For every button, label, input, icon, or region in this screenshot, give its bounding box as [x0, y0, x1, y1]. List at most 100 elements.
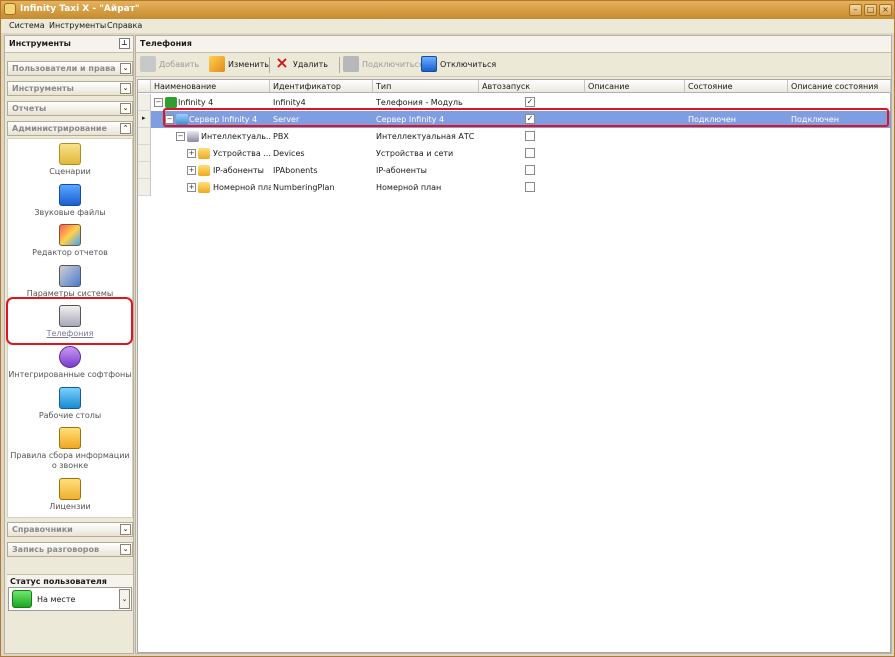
status-online-icon	[12, 590, 32, 608]
tool-report-editor[interactable]: Редактор отчетов	[8, 224, 132, 258]
maximize-button[interactable]: □	[864, 4, 877, 16]
cell-name: Устройства ...	[213, 149, 271, 158]
cell-type: Телефония - Модуль	[376, 98, 463, 107]
tool-scenarios[interactable]: Сценарии	[8, 143, 132, 177]
current-row-arrow-icon: ▸	[142, 114, 146, 122]
table-row[interactable]: + Устройства ... Devices Устройства и се…	[151, 145, 891, 162]
collapse-icon[interactable]: −	[154, 98, 163, 107]
tool-label: Редактор отчетов	[32, 248, 108, 257]
tool-call-info-rules[interactable]: Правила сбора информации о звонке	[8, 427, 132, 471]
row-indicator[interactable]	[138, 145, 151, 162]
column-header-id[interactable]: Идентификатор	[270, 80, 373, 93]
cell-id: NumberingPlan	[273, 183, 335, 192]
minimize-button[interactable]: –	[849, 4, 862, 16]
pin-icon[interactable]: ⊥	[119, 38, 130, 49]
group-directories[interactable]: Справочники ⌄	[7, 522, 133, 537]
autostart-checkbox[interactable]: ✓	[525, 97, 535, 107]
menu-tools[interactable]: Инструменты	[49, 21, 106, 30]
row-indicator-current[interactable]: ▸	[138, 111, 151, 128]
tools-icon	[59, 265, 81, 287]
toolbar: Добавить Изменить × Удалить Подключиться…	[136, 53, 891, 77]
folder-icon	[198, 148, 210, 159]
toolbar-separator	[269, 57, 270, 73]
window-title: Infinity Taxi X - "Айрат"	[20, 4, 140, 14]
column-header-name[interactable]: Наименование	[151, 80, 270, 93]
row-indicator[interactable]	[138, 94, 151, 111]
column-header-description[interactable]: Описание	[585, 80, 685, 93]
table-row[interactable]: − Интеллектуаль... PBX Интеллектуальная …	[151, 128, 891, 145]
row-indicator[interactable]	[138, 128, 151, 145]
chevron-down-icon[interactable]: ⌄	[120, 524, 131, 535]
group-users-rights[interactable]: Пользователи и права ⌄	[7, 61, 133, 76]
group-administration[interactable]: Администрирование ⌃	[7, 121, 133, 136]
menu-help[interactable]: Справка	[107, 21, 142, 30]
chevron-down-icon[interactable]: ⌄	[120, 103, 131, 114]
autostart-checkbox[interactable]	[525, 148, 535, 158]
table-row[interactable]: + Номерной план NumberingPlan Номерной п…	[151, 179, 891, 196]
expand-icon[interactable]: +	[187, 183, 196, 192]
row-indicator[interactable]	[138, 162, 151, 179]
tool-label: Лицензии	[49, 502, 91, 511]
autostart-checkbox[interactable]	[525, 165, 535, 175]
tool-licenses[interactable]: Лицензии	[8, 478, 132, 512]
folder-icon	[198, 165, 210, 176]
group-tools[interactable]: Инструменты ⌄	[7, 81, 133, 96]
disconnect-icon	[421, 56, 437, 72]
tool-label: Сценарии	[49, 167, 91, 176]
row-indicator[interactable]	[138, 179, 151, 196]
pencil-icon	[209, 56, 225, 72]
telephony-panel: Телефония Добавить Изменить × Удалить По…	[135, 35, 892, 654]
column-header-autostart[interactable]: Автозапуск	[479, 80, 585, 93]
chevron-down-icon[interactable]: ⌄	[120, 83, 131, 94]
table-row[interactable]: + IP-абоненты IPAbonents IP-абоненты	[151, 162, 891, 179]
toolbar-separator	[339, 57, 340, 73]
expand-icon[interactable]: +	[187, 166, 196, 175]
menu-system[interactable]: Система	[9, 21, 45, 30]
connect-button[interactable]: Подключиться	[343, 56, 424, 74]
group-call-recording[interactable]: Запись разговоров ⌄	[7, 542, 133, 557]
title-bar: Infinity Taxi X - "Айрат" – □ ×	[1, 1, 894, 19]
user-status-select[interactable]: На месте ⌄	[8, 587, 132, 611]
phone-handset-icon	[59, 346, 81, 368]
expand-icon[interactable]: +	[187, 149, 196, 158]
grid-corner	[138, 80, 151, 93]
connect-icon	[343, 56, 359, 72]
group-reports[interactable]: Отчеты ⌄	[7, 101, 133, 116]
tool-softphones[interactable]: Интегрированные софтфоны	[8, 346, 132, 380]
column-header-state[interactable]: Состояние	[685, 80, 788, 93]
cell-name: Интеллектуаль...	[201, 132, 271, 141]
chevron-up-icon[interactable]: ⌃	[120, 123, 131, 134]
disconnect-button[interactable]: Отключиться	[421, 56, 496, 74]
edit-button[interactable]: Изменить	[209, 56, 269, 74]
chevron-down-icon[interactable]: ⌄	[120, 544, 131, 555]
chevron-down-icon[interactable]: ⌄	[120, 63, 131, 74]
autostart-checkbox[interactable]	[525, 131, 535, 141]
edit-label: Изменить	[228, 60, 269, 69]
tool-label: Звуковые файлы	[34, 208, 106, 217]
group-label: Администрирование	[12, 124, 107, 133]
column-header-type[interactable]: Тип	[373, 80, 479, 93]
add-button[interactable]: Добавить	[140, 56, 204, 74]
cell-type: IP-абоненты	[376, 166, 427, 175]
tool-desktops[interactable]: Рабочие столы	[8, 387, 132, 421]
group-label: Справочники	[12, 525, 73, 534]
delete-label: Удалить	[293, 60, 328, 69]
app-window: Infinity Taxi X - "Айрат" – □ × Система …	[0, 0, 895, 657]
delete-button[interactable]: × Удалить	[274, 53, 336, 74]
delete-x-icon: ×	[275, 53, 289, 72]
autostart-checkbox[interactable]	[525, 182, 535, 192]
chevron-down-icon[interactable]: ⌄	[119, 589, 130, 609]
cell-type: Номерной план	[376, 183, 442, 192]
cell-name: IP-абоненты	[213, 166, 264, 175]
collapse-icon[interactable]: −	[176, 132, 185, 141]
tool-sound-files[interactable]: Звуковые файлы	[8, 184, 132, 218]
chart-edit-icon	[59, 224, 81, 246]
close-button[interactable]: ×	[879, 4, 892, 16]
scroll-icon	[59, 143, 81, 165]
telephony-tree-grid: Наименование Идентификатор Тип Автозапус…	[137, 79, 891, 653]
tool-system-params[interactable]: Параметры системы	[8, 265, 132, 299]
column-header-state-description[interactable]: Описание состояния	[788, 80, 891, 93]
cell-name: Номерной план	[213, 183, 271, 192]
connect-label: Подключиться	[362, 60, 424, 69]
pbx-icon	[187, 131, 199, 142]
